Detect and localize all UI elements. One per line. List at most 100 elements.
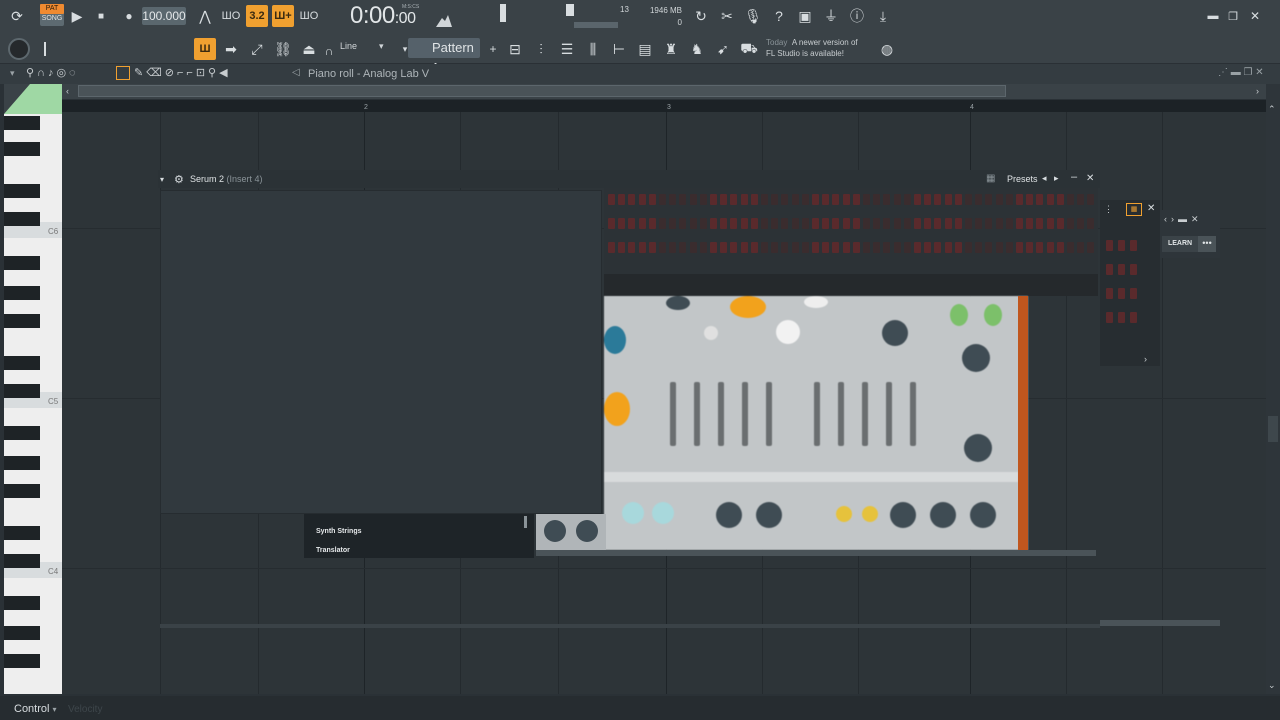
piano-keyboard[interactable]: C6 C5 C4 [4,84,62,694]
horizontal-scrollbar[interactable] [78,85,1006,97]
piano-roll-title[interactable]: Piano roll - Analog Lab V [308,68,429,80]
arrow-icon[interactable]: ➡ [220,38,242,60]
serum-main-panel[interactable] [160,190,602,514]
led-cell [750,218,758,229]
grid-view-icon[interactable]: ▦ [986,173,995,184]
channel-rack-icon[interactable]: ⫶ [530,38,552,60]
collapse-arrow-icon[interactable]: ▾ [160,175,164,184]
stop-button[interactable]: ■ [90,5,112,27]
record-button[interactable]: ● [118,5,140,27]
led-cell [924,194,932,205]
presets-button[interactable]: Presets [1007,174,1038,184]
save-icon[interactable]: ▣ [794,5,816,27]
pencil-tool-icon[interactable] [116,66,130,80]
led-grid-icon[interactable]: ▦ [1126,203,1142,216]
master-volume-slider[interactable] [500,4,506,22]
undo-history-icon[interactable]: ↻ [690,5,712,27]
cut-tool-icon[interactable]: ✂ [716,5,738,27]
timeline-bar[interactable] [62,100,1266,112]
menu-arrow-icon[interactable]: ▾ [10,68,15,79]
master-pitch-slider[interactable] [566,4,574,16]
file-icon[interactable]: ▤ [634,38,656,60]
mixer-faders-icon[interactable]: ⫼ [582,38,604,60]
led-cell [669,242,677,253]
link-icon[interactable]: ⛓ [272,38,294,60]
led-cell [689,194,697,205]
line-select[interactable]: Line ▾ [340,41,384,52]
led-cell [965,242,972,253]
microphone-icon[interactable]: 🎙 [742,5,764,27]
cart-icon[interactable]: ⛟ [738,38,760,60]
news-panel[interactable]: Today A newer version of FL Studio is av… [766,37,858,59]
preset-prev-arrow[interactable]: ◂ [1042,173,1047,184]
globe-icon[interactable]: ◍ [876,38,898,60]
info-icon[interactable]: ⓘ [846,5,868,27]
edit-tool-icons[interactable]: ✎⌫⊘⌐⌐⊡⚲◀ [134,66,231,79]
keyboard-corner-tab[interactable] [4,84,62,114]
refresh-icon[interactable]: ⟳ [6,5,28,27]
serum-close-icon[interactable]: ✕ [1086,173,1094,184]
side-plugin-window[interactable] [1100,200,1160,366]
serum-minimize-icon[interactable]: ‒ [1071,171,1077,183]
magnet-icon[interactable]: ∩ [322,40,336,62]
play-button[interactable]: ▶ [66,5,88,27]
memory-readout: 1946 MB 0 [649,6,682,27]
side-next-arrow[interactable]: › [1144,354,1147,364]
plugin-picker-icon[interactable]: ♜ [660,38,682,60]
speaker-icon[interactable]: ◁ [292,67,300,78]
add-pattern-button[interactable]: + [482,38,504,60]
playlist-icon[interactable]: ⊟ [504,38,526,60]
led-cell [1106,312,1113,323]
led-cell [893,194,901,205]
led-cell [873,242,881,253]
pattern-selector[interactable]: Pattern 1 [408,38,480,75]
piano-roll-button[interactable]: Ш [194,38,216,60]
step-edit-button[interactable]: Ш+ [272,5,294,27]
bird-icon[interactable]: ➹ [712,38,734,60]
pitch-slider[interactable] [44,42,46,56]
side-window-controls[interactable]: ‹›▬✕ [1164,214,1203,225]
restore-window-icon[interactable]: ❐ [1226,5,1240,27]
scroll-up-arrow[interactable]: ⌃ [1268,104,1276,115]
led-cell [812,218,819,229]
analog-lab-plugin-view[interactable] [604,296,1028,550]
tempo-display[interactable]: 100.000 [142,7,186,25]
metronome-icon[interactable]: ⋀ [194,5,216,27]
more-options-button[interactable]: ••• [1198,236,1216,252]
download-icon[interactable]: ⤓ [872,5,894,27]
minimize-window-icon[interactable]: ▬ [1206,5,1220,27]
plug-icon[interactable]: ⤢ [246,38,268,60]
piano-roll-window-controls[interactable]: ⋰ ▬ ❐ ✕ [1218,67,1264,78]
piano-roll-tool-icons[interactable]: ⚲∩♪◎◌ [26,66,79,79]
led-cell [1106,288,1113,299]
scroll-down-arrow[interactable]: ⌄ [1268,680,1276,691]
loop-record-icon[interactable]: ШО [298,5,320,27]
stamp-icon[interactable]: ⏏ [298,38,320,60]
serum-title-bar[interactable] [158,170,1100,188]
mixer-icon[interactable]: ⏚ [820,5,842,27]
snap-button[interactable]: 3.2 [246,5,268,27]
browser-tree-icon[interactable]: ⊢ [608,38,630,60]
control-selector[interactable]: Control ▾ [14,703,57,715]
tempo-tapper-icon[interactable]: ♞ [686,38,708,60]
learn-button[interactable]: LEARN [1162,236,1198,252]
help-icon[interactable]: ? [768,5,790,27]
list-item[interactable]: Translator [316,547,350,554]
gear-icon[interactable]: ⚙ [174,173,184,186]
preset-next-arrow[interactable]: ▸ [1054,173,1059,184]
main-toolbar [0,0,1280,34]
wait-input-icon[interactable]: ШО [220,5,242,27]
led-cell [1106,240,1113,251]
side-close-icon[interactable]: ✕ [1147,203,1155,214]
close-window-icon[interactable]: ✕ [1248,5,1262,27]
scroll-right-arrow[interactable]: › [1256,86,1259,96]
pattern-song-toggle[interactable]: PAT SONG [40,4,64,26]
list-item[interactable]: Synth Strings [316,528,362,535]
list-scrollbar[interactable] [524,516,527,528]
step-sequencer-icon[interactable]: ☰ [556,38,578,60]
led-cell [699,242,707,253]
scroll-left-arrow[interactable]: ‹ [66,86,69,96]
side-window-menu-icon[interactable]: ⋮ [1104,204,1113,215]
vertical-scrollbar[interactable] [1266,84,1280,694]
master-knob[interactable] [8,38,30,60]
